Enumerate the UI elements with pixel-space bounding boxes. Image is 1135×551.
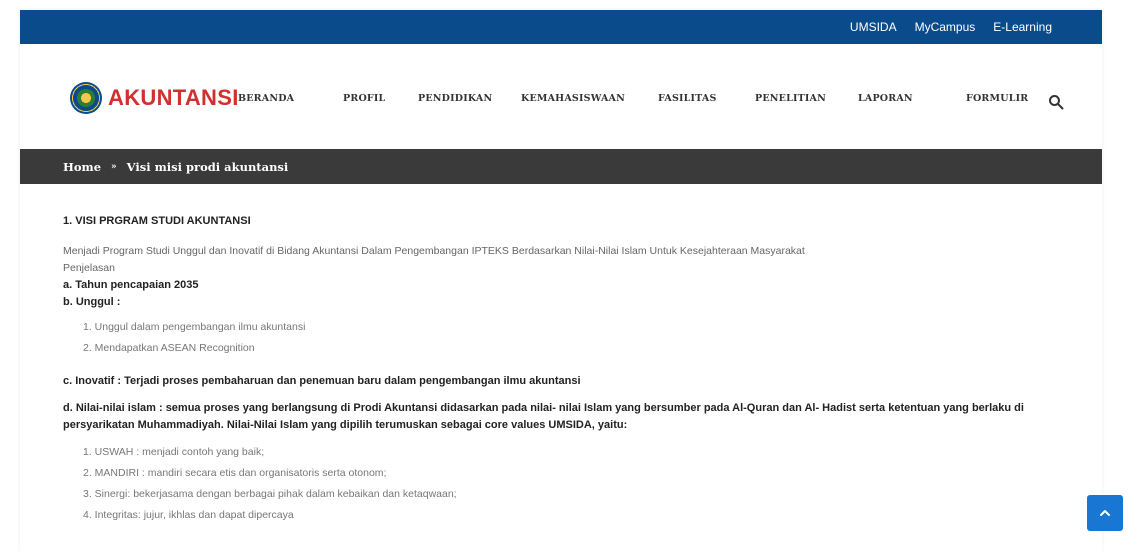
list-item: 2. Mendapatkan ASEAN Recognition [83,342,255,354]
logo-emblem-icon [70,82,102,114]
point-d: d. Nilai-nilai islam : semua proses yang… [63,402,1024,431]
list-item: 2. MANDIRI : mandiri secara etis dan org… [83,467,387,479]
point-c: c. Inovatif : Terjadi proses pembaharuan… [63,375,581,387]
nav-item-penelitian[interactable]: PENELITIAN [755,93,826,104]
breadcrumb: Home » Visi misi prodi akuntansi [20,149,1102,184]
nav-item-beranda[interactable]: BERANDA [238,93,294,104]
point-b: b. Unggul : [63,296,121,308]
point-a: a. Tahun pencapaian 2035 [63,279,199,291]
site-frame: UMSIDA MyCampus E-Learning AKUNTANSI BER… [20,10,1102,551]
top-link-umsida[interactable]: UMSIDA [850,20,897,34]
top-link-elearning[interactable]: E-Learning [993,20,1052,34]
breadcrumb-current: Visi misi prodi akuntansi [126,159,289,174]
search-icon[interactable] [1048,94,1064,110]
vision-text: Menjadi Program Studi Unggul dan Inovati… [63,245,805,257]
nav-item-profil[interactable]: PROFIL [343,93,385,104]
nav-item-laporan[interactable]: LAPORAN [858,93,913,104]
chevron-up-icon [1100,510,1110,516]
site-header: AKUNTANSI BERANDA PROFIL PENDIDIKAN KEMA… [20,44,1102,149]
page: UMSIDA MyCampus E-Learning AKUNTANSI BER… [0,0,1135,551]
logo[interactable]: AKUNTANSI [70,82,239,114]
top-links: UMSIDA MyCampus E-Learning [850,10,1052,44]
breadcrumb-home[interactable]: Home [63,160,101,174]
core-values-list: 1. USWAH : menjadi contoh yang baik; 2. … [63,442,1063,526]
nav-item-fasilitas[interactable]: FASILITAS [658,93,717,104]
nav-item-kemahasiswaan[interactable]: KEMAHASISWAAN [521,93,625,104]
nav-item-pendidikan[interactable]: PENDIDIKAN [418,93,492,104]
list-item: 1. Unggul dalam pengembangan ilmu akunta… [83,321,306,333]
breadcrumb-separator-icon: » [111,161,117,172]
top-link-mycampus[interactable]: MyCampus [915,20,976,34]
main-content: 1. VISI PRGRAM STUDI AKUNTANSI Menjadi P… [63,215,1063,526]
section-heading: 1. VISI PRGRAM STUDI AKUNTANSI [63,215,251,227]
penjelasan-text: Penjelasan [63,262,115,274]
list-item: 4. Integritas: jujur, ikhlas dan dapat d… [83,509,294,521]
nav-item-formulir[interactable]: FORMULIR [966,93,1028,104]
list-item: 1. USWAH : menjadi contoh yang baik; [83,446,265,458]
list-item: 3. Sinergi: bekerjasama dengan berbagai … [83,488,457,500]
top-bar: UMSIDA MyCampus E-Learning [20,10,1102,44]
scroll-to-top-button[interactable] [1087,495,1123,531]
logo-text: AKUNTANSI [108,85,239,110]
unggul-list: 1. Unggul dalam pengembangan ilmu akunta… [63,317,1063,359]
